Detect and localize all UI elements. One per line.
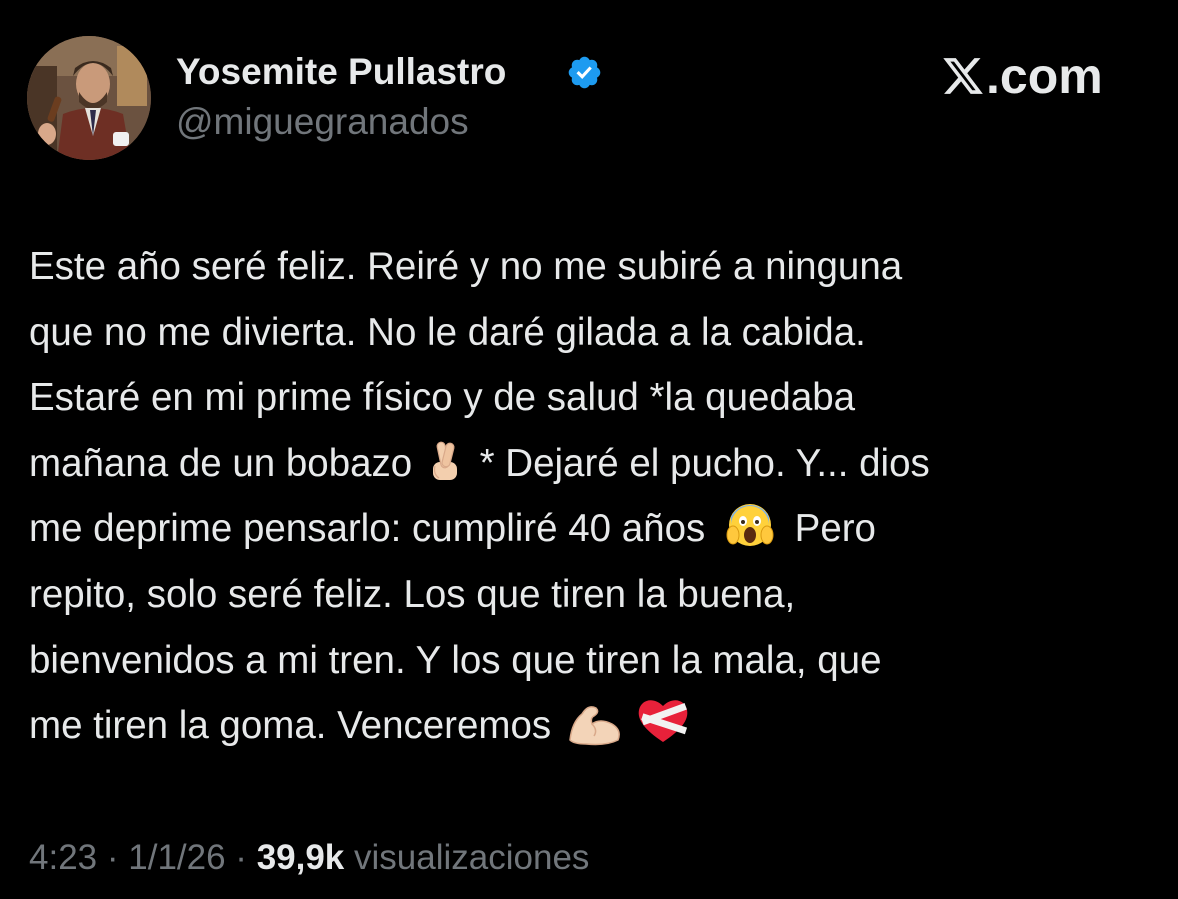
meta-separator: · xyxy=(106,838,119,877)
views-label: visualizaciones xyxy=(354,838,590,877)
tweet-text-segment: me tiren la goma. Venceremos xyxy=(29,704,552,748)
crossed-fingers-emoji xyxy=(423,438,469,484)
tweet-text-segment: * Dejaré el pucho. Y... dios xyxy=(479,441,930,485)
tweet-line: me deprime pensarlo: cumpliré 40 años Pe… xyxy=(29,496,1159,562)
mending-heart-emoji xyxy=(635,696,691,746)
tweet-time[interactable]: 4:23 xyxy=(29,838,97,877)
tweet-text-segment: mañana de un bobazo xyxy=(29,441,413,485)
verified-badge-icon xyxy=(566,54,603,91)
brand-domain-text: .com xyxy=(986,48,1103,104)
tweet-line: me tiren la goma. Venceremos xyxy=(29,693,1159,759)
tweet-line: bienvenidos a mi tren. Y los que tiren l… xyxy=(29,638,882,682)
screaming-face-emoji xyxy=(726,501,774,549)
tweet-body: Este año seré feliz. Reiré y no me subir… xyxy=(29,234,1159,759)
tweet-line: Este año seré feliz. Reiré y no me subir… xyxy=(29,245,903,288)
flexed-biceps-emoji xyxy=(566,700,624,746)
tweet-date[interactable]: 1/1/26 xyxy=(128,838,225,877)
x-brand-watermark: .com xyxy=(940,50,1103,102)
tweet-text-segment: Pero xyxy=(794,507,876,551)
tweet-metadata: 4:23 · 1/1/26 · 39,9k visualizaciones xyxy=(29,835,589,881)
avatar[interactable] xyxy=(27,36,151,160)
tweet-line: que no me divierta. No le daré gilada a … xyxy=(29,310,866,354)
tweet-line: mañana de un bobazo * Dejaré el pucho. Y… xyxy=(29,431,1159,497)
tweet-line: Estaré en mi prime físico y de salud *la… xyxy=(29,376,856,420)
tweet-text-segment: me deprime pensarlo: cumpliré 40 años xyxy=(29,507,706,551)
x-logo-icon xyxy=(943,58,983,94)
views-count[interactable]: 39,9k xyxy=(257,838,345,877)
author-handle[interactable]: @miguegranados xyxy=(176,100,469,144)
tweet-line: repito, solo seré feliz. Los que tiren l… xyxy=(29,572,796,616)
meta-separator: · xyxy=(235,838,247,877)
author-display-name[interactable]: Yosemite Pullastro xyxy=(176,50,506,94)
